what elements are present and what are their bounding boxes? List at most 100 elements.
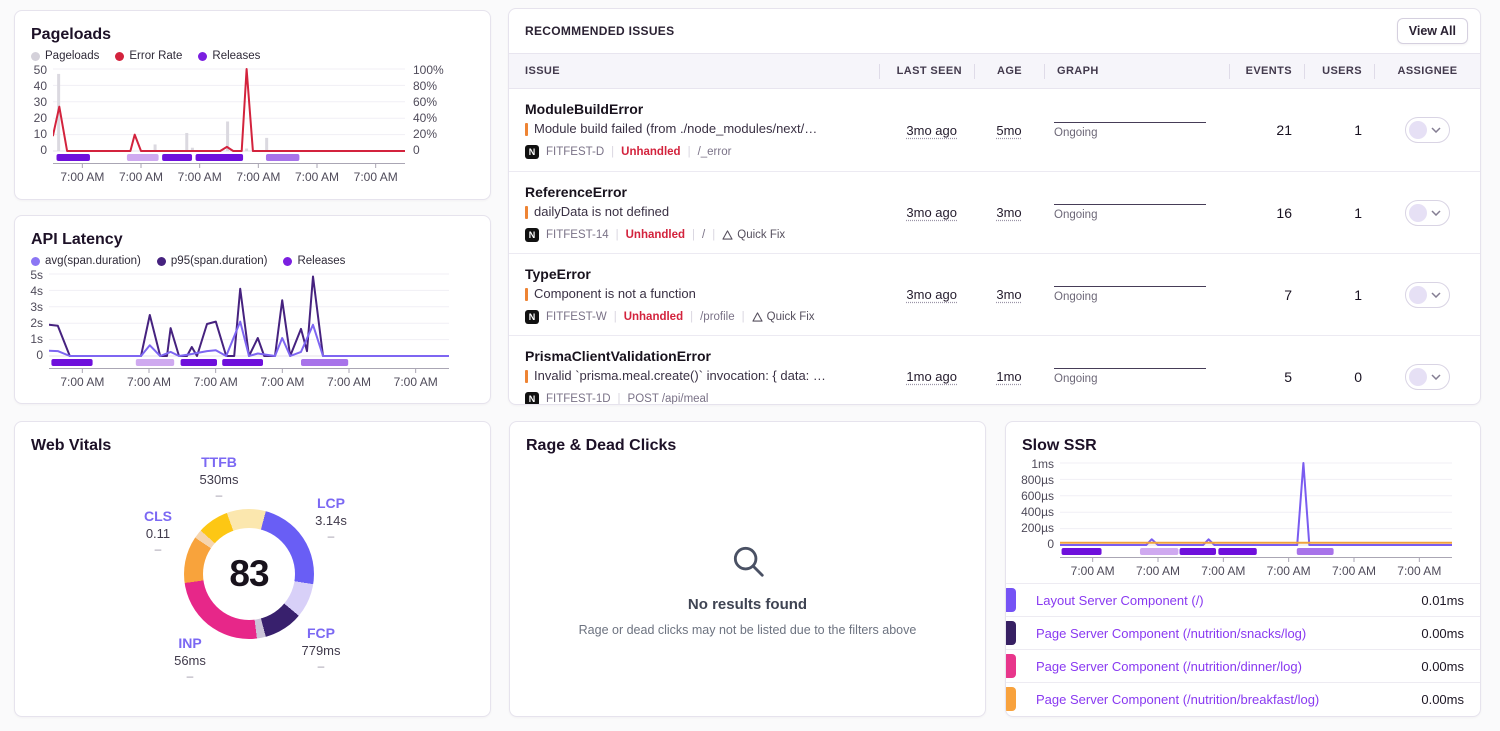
issue-short-id: FITFEST-D bbox=[546, 146, 604, 158]
ssr-row[interactable]: Layout Server Component (/) 0.01ms bbox=[1006, 583, 1480, 616]
vital-value: 530ms bbox=[183, 471, 255, 488]
panel-title: Rage & Dead Clicks bbox=[510, 422, 985, 456]
quick-fix-badge[interactable]: Quick Fix bbox=[752, 311, 815, 323]
y-axis-tick-label: 200µs bbox=[1014, 522, 1054, 534]
x-axis-tick-label: 7:00 AM bbox=[116, 375, 183, 389]
issue-title[interactable]: ReferenceError bbox=[525, 183, 871, 202]
badge-separator: | bbox=[692, 229, 695, 241]
y-axis-tick-label: 5s bbox=[23, 269, 43, 281]
y-axis-tick-label: 20 bbox=[23, 112, 47, 124]
legend-label: p95(span.duration) bbox=[171, 255, 268, 267]
issue-graph-cell: Ongoing bbox=[1044, 368, 1229, 385]
badge-separator: | bbox=[614, 311, 617, 323]
x-axis-tick-label: 7:00 AM bbox=[382, 375, 449, 389]
vital-dash: – bbox=[122, 542, 194, 557]
issue-row[interactable]: ReferenceError dailyData is not defined … bbox=[509, 171, 1480, 253]
vital-label-lcp[interactable]: LCP 3.14s – bbox=[295, 495, 367, 544]
age[interactable]: 3mo bbox=[996, 205, 1021, 220]
y-axis-tick-label: 50 bbox=[23, 64, 47, 76]
pageloads-chart[interactable] bbox=[53, 66, 405, 168]
y-axis-tick-label: 30 bbox=[23, 96, 47, 108]
ssr-link[interactable]: Page Server Component (/nutrition/snacks… bbox=[1036, 626, 1421, 641]
legend-item[interactable]: Releases bbox=[283, 255, 345, 267]
error-level-bar bbox=[525, 370, 528, 383]
slow-ssr-chart-area: 1ms800µs600µs400µs200µs0 bbox=[1006, 456, 1480, 562]
assignee-dropdown[interactable] bbox=[1405, 117, 1450, 143]
legend-item[interactable]: p95(span.duration) bbox=[157, 255, 268, 267]
issue-badges: N FITFEST-D | Unhandled | /_error bbox=[525, 145, 871, 159]
badge-separator: | bbox=[616, 229, 619, 241]
age[interactable]: 1mo bbox=[996, 369, 1021, 384]
vital-dash: – bbox=[183, 488, 255, 503]
issue-title[interactable]: TypeError bbox=[525, 265, 871, 284]
age[interactable]: 5mo bbox=[996, 123, 1021, 138]
chart-legend: Pageloads Error Rate Releases bbox=[15, 45, 490, 62]
unhandled-badge: Unhandled bbox=[626, 229, 685, 241]
chevron-down-icon bbox=[1431, 374, 1441, 380]
vital-label-ttfb[interactable]: TTFB 530ms – bbox=[183, 454, 255, 503]
assignee-dropdown[interactable] bbox=[1405, 282, 1450, 308]
legend-item[interactable]: Pageloads bbox=[31, 50, 99, 62]
ssr-link[interactable]: Page Server Component (/nutrition/breakf… bbox=[1036, 692, 1421, 707]
ssr-link[interactable]: Layout Server Component (/) bbox=[1036, 593, 1421, 608]
assignee-dropdown[interactable] bbox=[1405, 364, 1450, 390]
legend-item[interactable]: Releases bbox=[198, 50, 260, 62]
quick-fix-badge[interactable]: Quick Fix bbox=[722, 229, 785, 241]
issue-sparkline bbox=[1054, 368, 1206, 369]
ssr-row[interactable]: Page Server Component (/nutrition/dinner… bbox=[1006, 649, 1480, 682]
empty-state-title: No results found bbox=[688, 596, 807, 613]
legend-dot bbox=[31, 52, 40, 61]
badge-separator: | bbox=[690, 311, 693, 323]
pageloads-chart-area: 50403020100 100%80%60%40%20%0 bbox=[15, 62, 490, 168]
x-axis-tick-label: 7:00 AM bbox=[112, 170, 171, 184]
ssr-row[interactable]: Page Server Component (/nutrition/breakf… bbox=[1006, 682, 1480, 715]
legend-label: Releases bbox=[212, 50, 260, 62]
y-axis-tick-label: 1ms bbox=[1014, 458, 1054, 470]
ssr-link[interactable]: Page Server Component (/nutrition/dinner… bbox=[1036, 659, 1421, 674]
panel-title: Pageloads bbox=[15, 11, 490, 45]
web-vitals-score: 83 bbox=[229, 553, 268, 595]
vital-label-inp[interactable]: INP 56ms – bbox=[154, 635, 226, 684]
view-all-button[interactable]: View All bbox=[1397, 18, 1468, 44]
legend-label: Pageloads bbox=[45, 50, 99, 62]
graph-ongoing-label: Ongoing bbox=[1054, 291, 1229, 303]
column-header-users: USERS bbox=[1304, 64, 1374, 79]
api-latency-chart[interactable] bbox=[49, 271, 449, 373]
assignee-avatar bbox=[1409, 204, 1427, 222]
y-axis-tick-label: 0 bbox=[23, 349, 43, 361]
vital-dash: – bbox=[295, 529, 367, 544]
events-count: 5 bbox=[1229, 369, 1304, 385]
api-latency-chart-area: 5s4s3s2s1s0 bbox=[15, 267, 490, 373]
vital-label-fcp[interactable]: FCP 779ms – bbox=[285, 625, 357, 674]
column-header-age: AGE bbox=[974, 64, 1044, 79]
last-seen[interactable]: 3mo ago bbox=[906, 123, 957, 138]
legend-item[interactable]: Error Rate bbox=[115, 50, 182, 62]
issue-row[interactable]: TypeError Component is not a function N … bbox=[509, 253, 1480, 335]
last-seen[interactable]: 1mo ago bbox=[906, 369, 957, 384]
vital-label-cls[interactable]: CLS 0.11 – bbox=[122, 508, 194, 557]
y-axis-tick-label: 600µs bbox=[1014, 490, 1054, 502]
issue-badges: N FITFEST-1D | POST /api/meal bbox=[525, 392, 871, 405]
ssr-row[interactable]: Page Server Component (/nutrition/snacks… bbox=[1006, 616, 1480, 649]
issue-row[interactable]: ModuleBuildError Module build failed (fr… bbox=[509, 89, 1480, 171]
web-vitals-donut-hole: 83 bbox=[203, 528, 295, 620]
issue-graph-cell: Ongoing bbox=[1044, 286, 1229, 303]
issue-title[interactable]: PrismaClientValidationError bbox=[525, 347, 871, 366]
slow-ssr-chart[interactable] bbox=[1060, 460, 1452, 562]
events-count: 7 bbox=[1229, 287, 1304, 303]
y-axis-labels-left: 1ms800µs600µs400µs200µs0 bbox=[1014, 458, 1060, 550]
issue-short-id: FITFEST-W bbox=[546, 311, 607, 323]
ssr-value: 0.00ms bbox=[1421, 659, 1480, 674]
x-axis-tick-label: 7:00 AM bbox=[182, 375, 249, 389]
last-seen[interactable]: 3mo ago bbox=[906, 287, 957, 302]
issue-path: POST /api/meal bbox=[628, 393, 709, 405]
legend-item[interactable]: avg(span.duration) bbox=[31, 255, 141, 267]
issue-row[interactable]: PrismaClientValidationError Invalid `pri… bbox=[509, 335, 1480, 405]
issue-title[interactable]: ModuleBuildError bbox=[525, 100, 871, 119]
y-axis-tick-label: 4s bbox=[23, 285, 43, 297]
assignee-dropdown[interactable] bbox=[1405, 200, 1450, 226]
last-seen[interactable]: 3mo ago bbox=[906, 205, 957, 220]
x-axis-tick-label: 7:00 AM bbox=[1256, 564, 1321, 578]
api-latency-panel: API Latency avg(span.duration)p95(span.d… bbox=[14, 215, 491, 404]
age[interactable]: 3mo bbox=[996, 287, 1021, 302]
